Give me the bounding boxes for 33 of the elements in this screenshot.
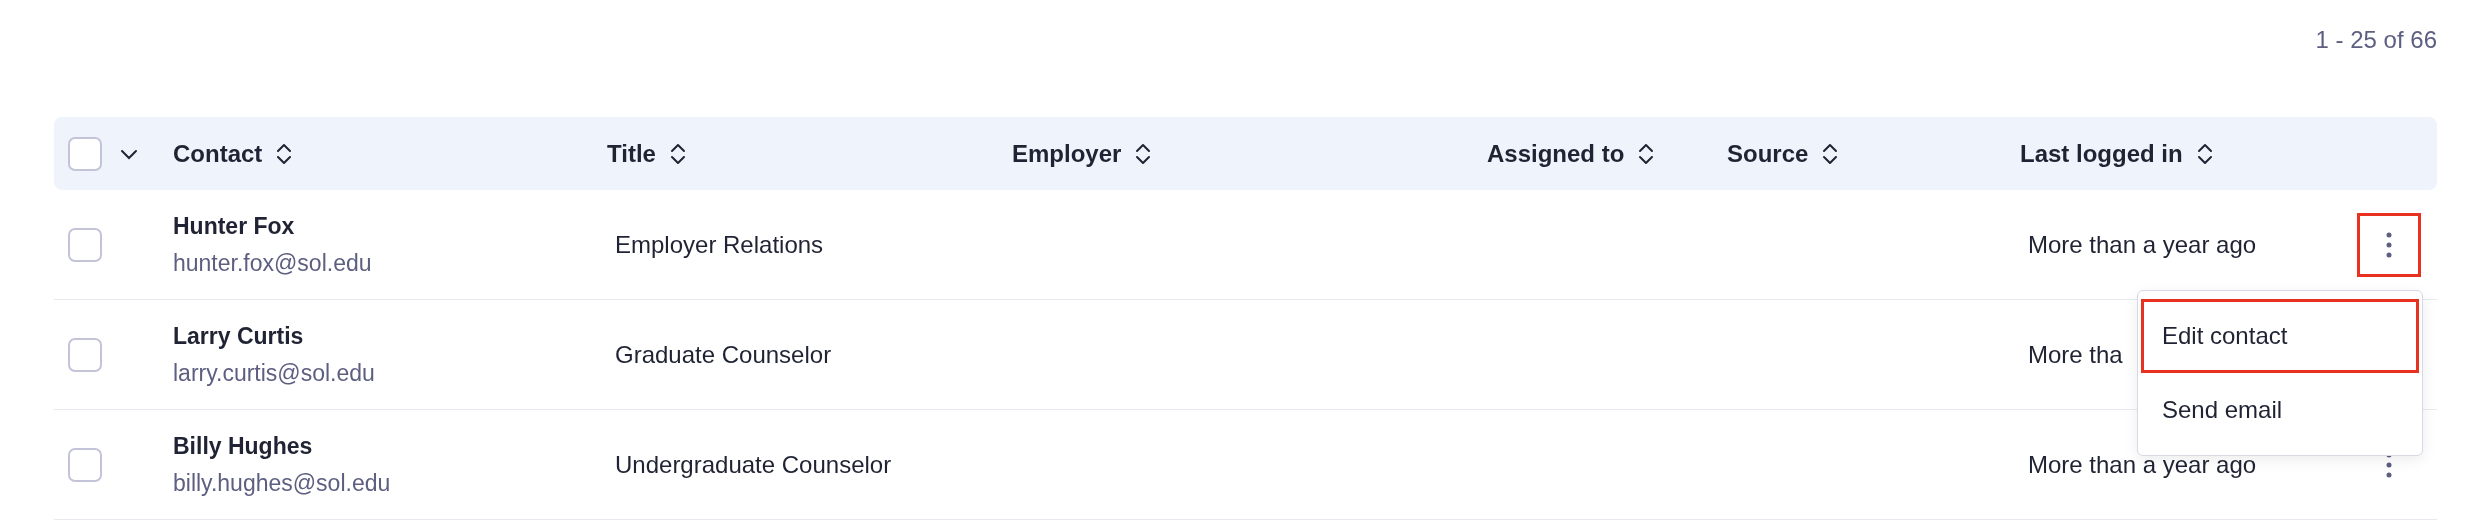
- column-header[interactable]: Source: [1727, 139, 1809, 168]
- column-header[interactable]: Assigned to: [1487, 139, 1625, 168]
- row-checkbox[interactable]: [68, 337, 102, 372]
- row-checkbox[interactable]: [68, 227, 102, 262]
- title-cell: Employer Relations: [615, 230, 824, 258]
- title-cell: Graduate Counselor: [615, 340, 832, 368]
- more-button[interactable]: [2357, 212, 2421, 277]
- menu-item[interactable]: Edit contact: [2141, 299, 2419, 373]
- contact-name[interactable]: Hunter Fox: [173, 212, 607, 240]
- contact-email: larry.curtis@sol.edu: [173, 359, 376, 387]
- last-logged-in-cell: More than a year ago: [2028, 230, 2257, 258]
- sort-icon: [2196, 141, 2213, 166]
- column-header[interactable]: Employer: [1012, 139, 1122, 168]
- contact-name[interactable]: Larry Curtis: [173, 322, 607, 350]
- column-header[interactable]: Title: [607, 139, 656, 168]
- last-logged-in-cell: More tha: [2028, 340, 2123, 368]
- sort-icon: [276, 141, 293, 166]
- contact-email: billy.hughes@sol.edu: [173, 469, 392, 497]
- column-header[interactable]: Last logged in: [2020, 139, 2183, 168]
- kebab-icon: [2386, 231, 2392, 258]
- chevron-down-icon[interactable]: [120, 147, 138, 160]
- sort-icon: [1638, 141, 1655, 166]
- row-checkbox[interactable]: [68, 447, 102, 482]
- sort-icon: [1822, 141, 1839, 166]
- select-all-checkbox[interactable]: [68, 136, 102, 171]
- title-cell: Undergraduate Counselor: [615, 450, 892, 478]
- last-logged-in-cell: More than a year ago: [2028, 450, 2257, 478]
- sort-icon: [669, 141, 686, 166]
- sort-icon: [1135, 141, 1152, 166]
- column-header[interactable]: Contact: [173, 139, 263, 168]
- pagination-text: 1 - 25 of 66: [2315, 26, 2437, 55]
- contact-name[interactable]: Billy Hughes: [173, 432, 607, 460]
- contact-email: hunter.fox@sol.edu: [173, 249, 373, 277]
